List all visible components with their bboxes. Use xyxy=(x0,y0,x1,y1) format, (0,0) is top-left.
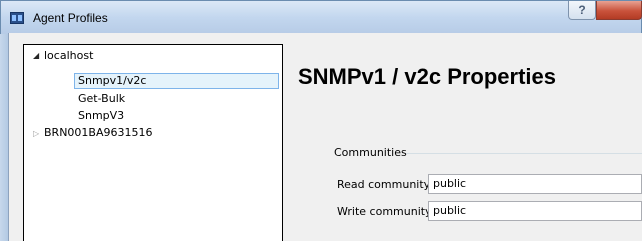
tree-item-snmpv1-v2c[interactable]: Snmpv1/v2c xyxy=(74,73,279,89)
tree-item-label: Get-Bulk xyxy=(78,92,126,105)
title-bar[interactable]: Agent Profiles ? xyxy=(1,1,642,35)
write-community-label: Write community xyxy=(337,205,432,218)
group-divider xyxy=(406,153,642,154)
write-community-input[interactable]: public xyxy=(428,201,642,221)
tree-item-label: localhost xyxy=(44,49,94,62)
tree-item-label: SnmpV3 xyxy=(78,109,125,122)
tree-item-brn001ba9631516[interactable]: BRN001BA9631516 xyxy=(44,125,152,141)
window-title: Agent Profiles xyxy=(33,11,108,25)
tree-item-label: Snmpv1/v2c xyxy=(78,74,147,87)
profile-tree[interactable]: ◢ localhost Snmpv1/v2c Get-Bulk SnmpV3 ▷… xyxy=(23,44,283,241)
window-frame-edge xyxy=(0,34,8,241)
tree-item-label: BRN001BA9631516 xyxy=(44,126,153,139)
collapse-toggle-icon[interactable]: ▷ xyxy=(33,129,39,138)
help-button[interactable]: ? xyxy=(568,1,596,20)
communities-group-title: Communities xyxy=(334,146,407,159)
tree-item-snmpv3[interactable]: SnmpV3 xyxy=(78,108,124,124)
page-title: SNMPv1 / v2c Properties xyxy=(298,64,557,89)
read-community-input[interactable]: public xyxy=(428,174,642,194)
read-community-label: Read community xyxy=(337,178,431,191)
expand-toggle-icon[interactable]: ◢ xyxy=(33,51,39,60)
close-button[interactable] xyxy=(596,1,642,20)
tree-item-localhost[interactable]: localhost xyxy=(44,48,93,64)
app-icon xyxy=(10,12,24,24)
tree-item-get-bulk[interactable]: Get-Bulk xyxy=(78,91,125,107)
